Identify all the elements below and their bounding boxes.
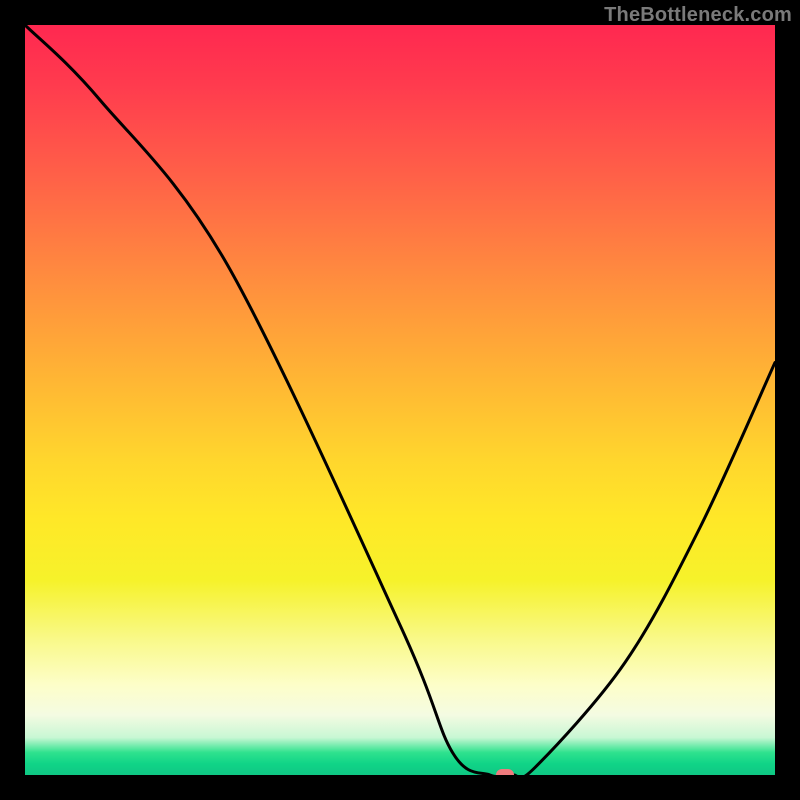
bottleneck-curve — [25, 25, 775, 775]
chart-frame: TheBottleneck.com — [0, 0, 800, 800]
plot-area — [25, 25, 775, 775]
curve-path — [25, 25, 775, 775]
selected-point-marker — [496, 769, 514, 775]
watermark-text: TheBottleneck.com — [604, 4, 792, 27]
